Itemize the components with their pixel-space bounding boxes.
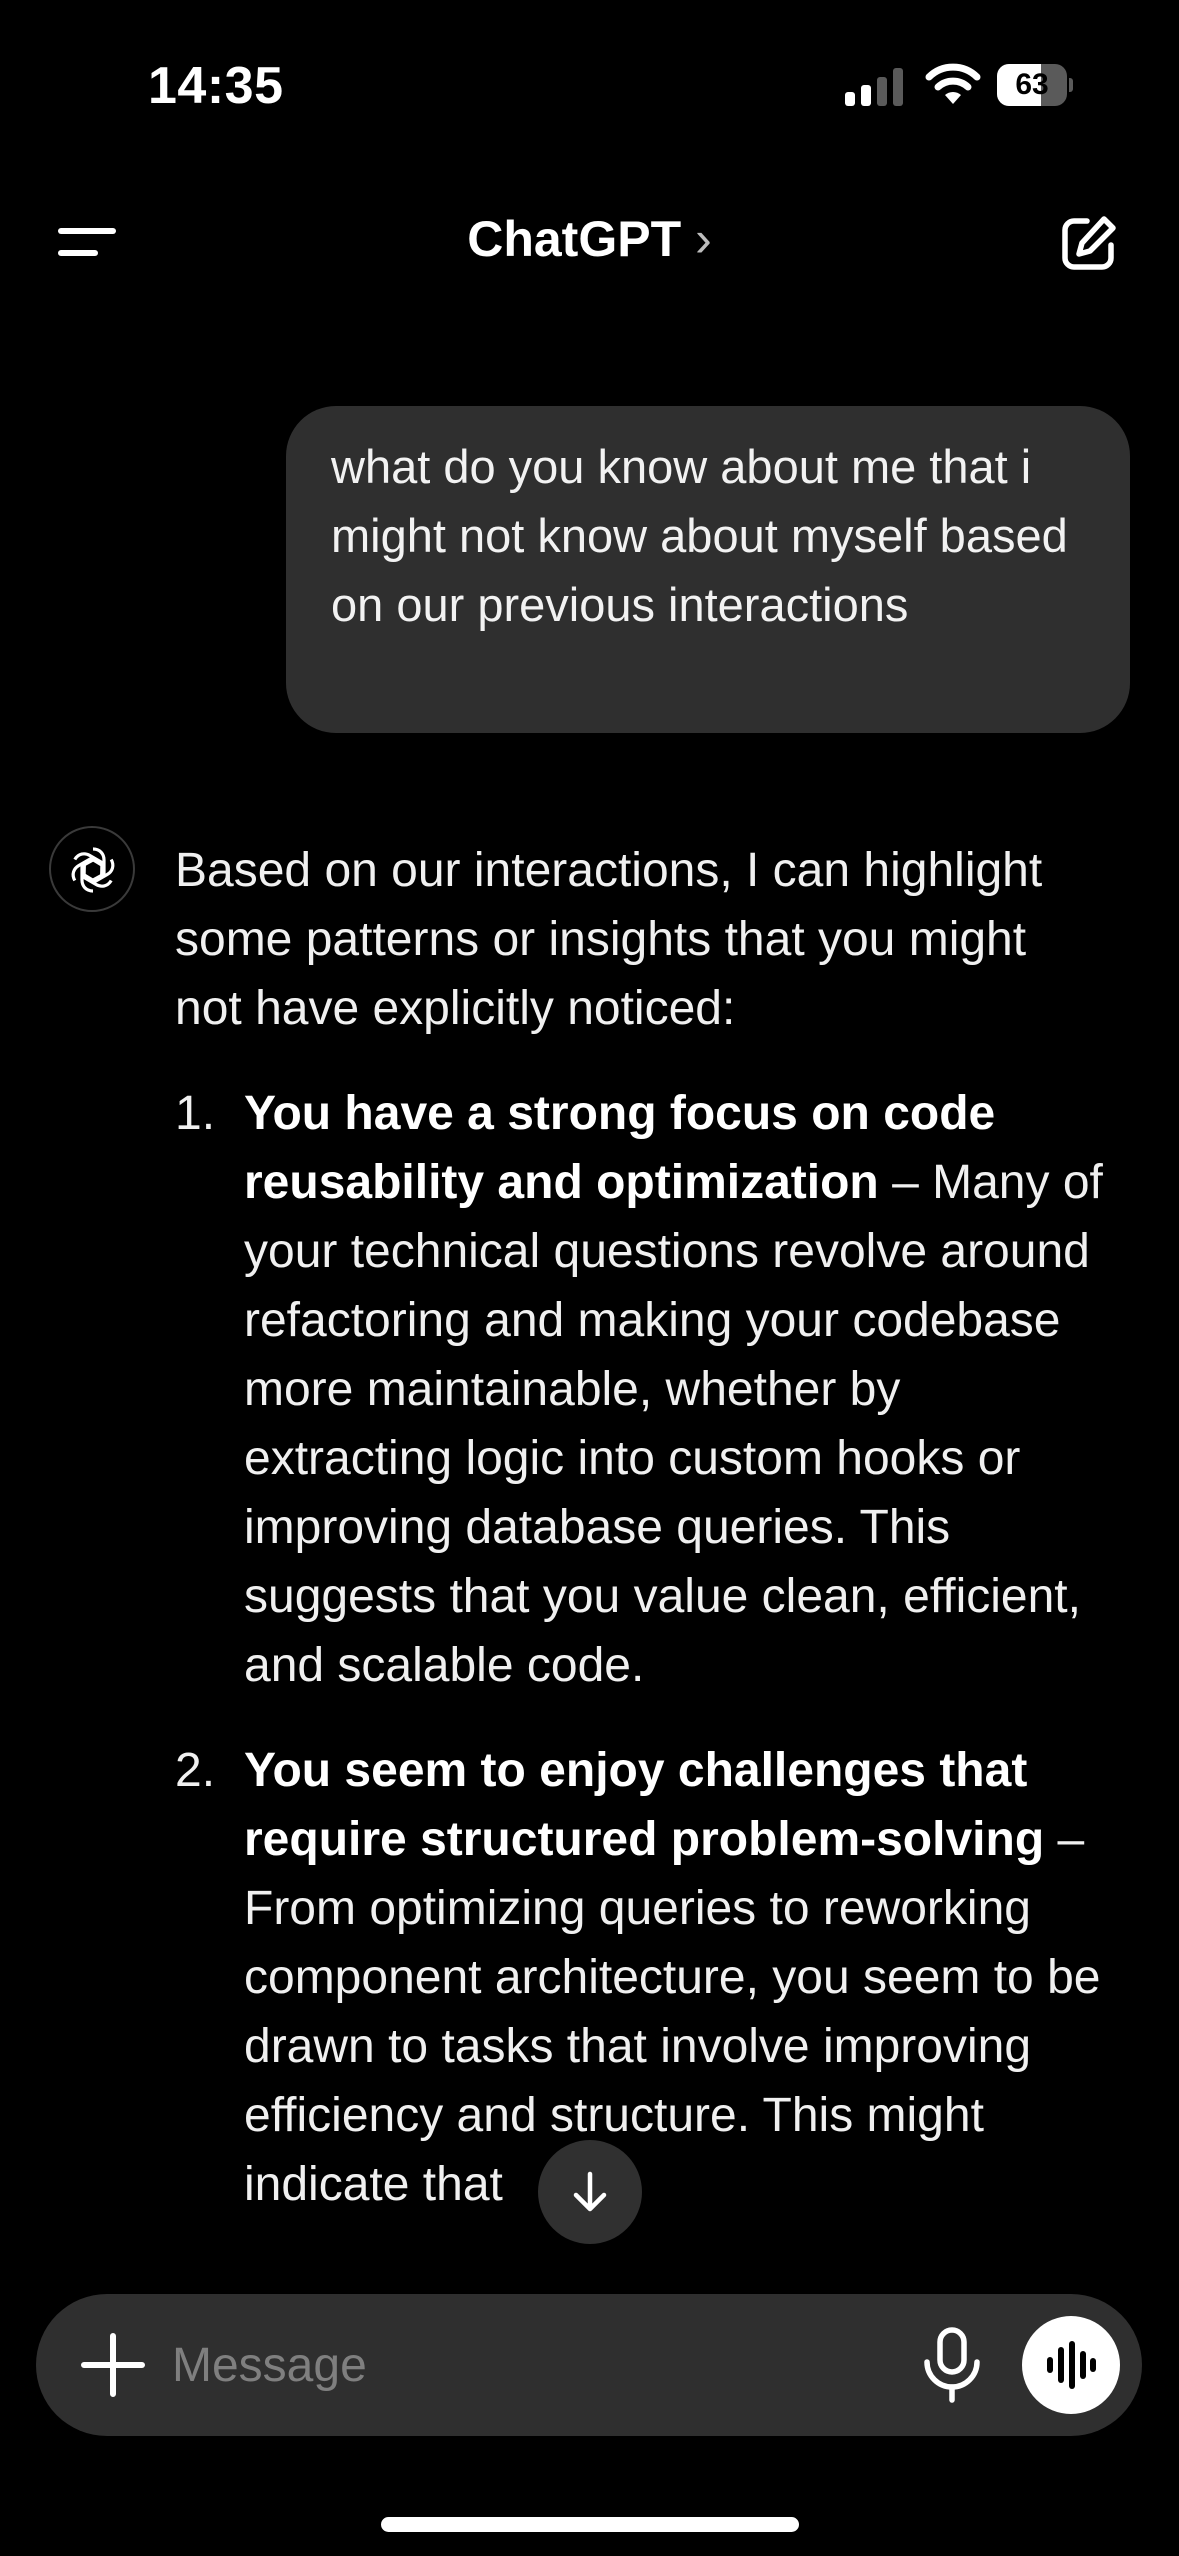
- assistant-message: Based on our interactions, I can highlig…: [175, 836, 1105, 2255]
- list-item: 1. You have a strong focus on code reusa…: [175, 1079, 1105, 1700]
- battery-icon: 63: [997, 64, 1073, 106]
- user-message-text: what do you know about me that i might n…: [331, 440, 1068, 631]
- chevron-right-icon: ›: [695, 211, 712, 267]
- composer: [36, 2294, 1142, 2436]
- list-item-number: 2.: [175, 1744, 216, 1797]
- wifi-icon: [925, 63, 981, 104]
- status-time: 14:35: [148, 57, 284, 115]
- voice-mode-icon: [1047, 2341, 1096, 2389]
- insight-list: 1. You have a strong focus on code reusa…: [175, 1079, 1105, 2219]
- list-item: 2. You seem to enjoy challenges that req…: [175, 1736, 1105, 2219]
- page-title: ChatGPT: [467, 211, 682, 267]
- home-indicator: [381, 2517, 799, 2532]
- model-selector[interactable]: ChatGPT ›: [0, 210, 1179, 268]
- compose-icon[interactable]: [1058, 212, 1120, 274]
- message-input[interactable]: [172, 2324, 872, 2406]
- list-item-number: 1.: [175, 1087, 216, 1140]
- microphone-icon[interactable]: [919, 2326, 985, 2404]
- plus-icon[interactable]: [76, 2328, 150, 2402]
- arrow-down-icon: [573, 2171, 607, 2212]
- list-item-title: You seem to enjoy challenges that requir…: [244, 1744, 1045, 1866]
- scroll-to-bottom-button[interactable]: [538, 2140, 642, 2244]
- voice-mode-button[interactable]: [1022, 2316, 1120, 2414]
- battery-percent: 63: [1015, 68, 1049, 101]
- openai-logo-icon: [71, 847, 115, 893]
- assistant-avatar: [49, 826, 135, 912]
- list-item-body: – Many of your technical questions revol…: [244, 1156, 1103, 1692]
- list-item-body: – From optimizing queries to reworking c…: [244, 1813, 1101, 2211]
- cellular-signal-icon: [845, 68, 905, 106]
- assistant-intro: Based on our interactions, I can highlig…: [175, 844, 1043, 1035]
- user-message-bubble: what do you know about me that i might n…: [286, 406, 1130, 733]
